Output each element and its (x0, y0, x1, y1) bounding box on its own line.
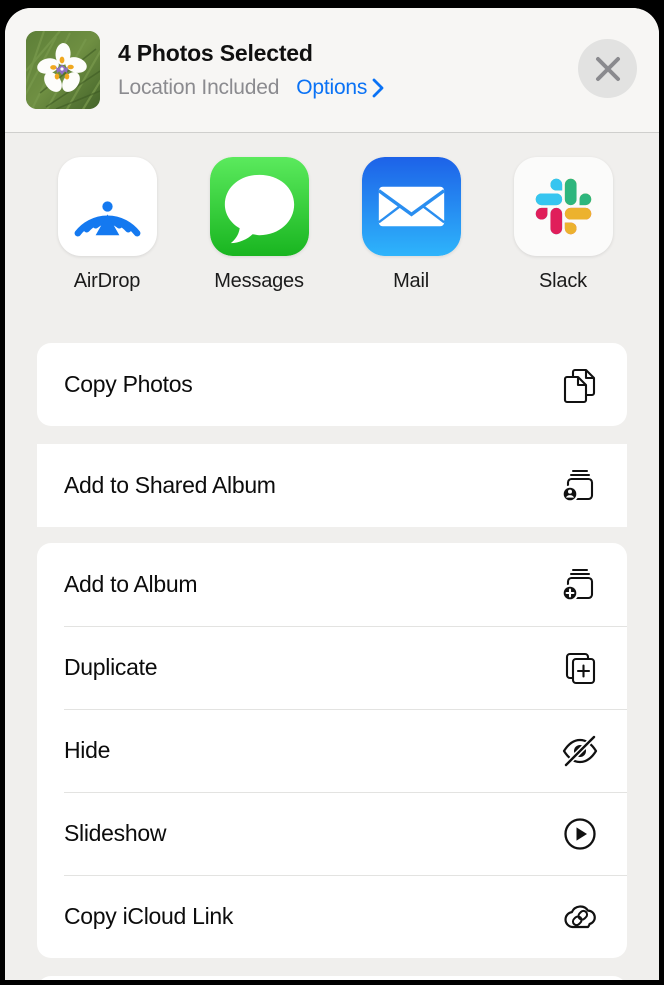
action-label: Add to Album (64, 571, 560, 598)
add-to-album-plus-icon (560, 565, 600, 605)
action-label: Hide (64, 737, 560, 764)
app-share-row[interactable]: AirDrop Messages (5, 133, 659, 343)
page-title: 4 Photos Selected (118, 38, 518, 68)
share-target-label: Messages (214, 270, 304, 293)
action-row-duplicate[interactable]: Duplicate (37, 626, 627, 709)
airdrop-icon (58, 157, 157, 256)
chevron-right-icon (372, 78, 385, 98)
action-card-copy: Copy Photos (37, 343, 627, 426)
action-row-slideshow[interactable]: Slideshow (37, 792, 627, 875)
action-row-add-to-shared-album[interactable]: Add to Shared Album (37, 444, 627, 527)
share-target-messages[interactable]: Messages (183, 157, 335, 293)
app-share-track: AirDrop Messages (5, 157, 659, 293)
action-label: Slideshow (64, 820, 560, 847)
shared-album-person-icon (560, 466, 600, 506)
action-row-copy-icloud-link[interactable]: Copy iCloud Link (37, 875, 627, 958)
share-target-label: Slack (539, 270, 587, 293)
copy-documents-icon (560, 365, 600, 405)
share-target-airdrop[interactable]: AirDrop (31, 157, 183, 293)
options-button[interactable]: Options (296, 74, 385, 102)
share-target-slack[interactable]: Slack (487, 157, 639, 293)
subtitle-row: Location Included Options (118, 74, 518, 102)
share-sheet-header: 4 Photos Selected Location Included Opti… (5, 8, 659, 133)
action-label: Copy iCloud Link (64, 903, 560, 930)
cloud-link-icon (560, 897, 600, 937)
share-target-label: Mail (393, 270, 429, 293)
action-card-main: Add to Album Duplicate (37, 543, 627, 958)
mail-icon (362, 157, 461, 256)
eye-slash-icon (560, 731, 600, 771)
share-sheet: 4 Photos Selected Location Included Opti… (5, 8, 659, 980)
device-frame: 4 Photos Selected Location Included Opti… (0, 0, 664, 985)
options-label: Options (296, 74, 367, 102)
action-row-add-to-album[interactable]: Add to Album (37, 543, 627, 626)
play-circle-icon (560, 814, 600, 854)
photo-thumbnail-white-flower-icon (26, 31, 100, 109)
action-card-shared-album: Add to Shared Album (37, 444, 627, 527)
close-x-icon (593, 54, 623, 84)
action-row-copy-photos[interactable]: Copy Photos (37, 343, 627, 426)
close-button[interactable] (578, 39, 637, 98)
action-cards: Copy Photos Add to Shared Album (5, 343, 659, 980)
next-card-peek (37, 976, 627, 980)
highlighted-action-wrap: Add to Shared Album (37, 444, 627, 527)
share-target-mail[interactable]: Mail (335, 157, 487, 293)
action-row-hide[interactable]: Hide (37, 709, 627, 792)
share-target-label: AirDrop (74, 270, 140, 293)
action-label: Copy Photos (64, 371, 560, 398)
action-label: Duplicate (64, 654, 560, 681)
slack-icon (514, 157, 613, 256)
share-target-partial[interactable] (639, 157, 659, 293)
action-label: Add to Shared Album (64, 472, 560, 499)
header-text-block: 4 Photos Selected Location Included Opti… (118, 38, 518, 102)
duplicate-squares-plus-icon (560, 648, 600, 688)
messages-icon (210, 157, 309, 256)
location-included-label: Location Included (118, 74, 279, 102)
